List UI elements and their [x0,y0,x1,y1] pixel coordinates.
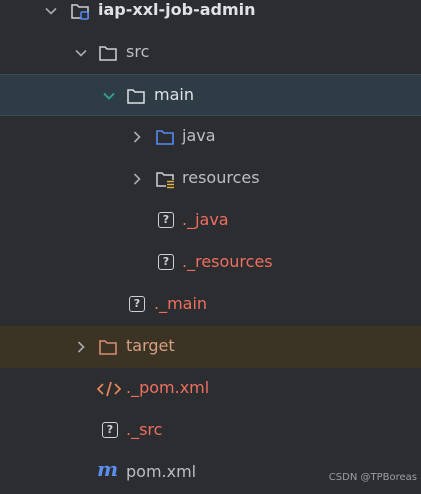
watermark: CSDN @TPBoreas [328,472,417,483]
tree-item-label: target [126,336,175,355]
tree-item-resources[interactable]: resources [0,158,421,200]
tree-item-file-pom-xml[interactable]: ._pom.xml [0,368,421,410]
tree-item-label: src [126,42,150,61]
tree-item-src[interactable]: src [0,32,421,74]
xml-file-icon [96,381,122,397]
chevron-down-icon[interactable] [74,46,88,60]
resources-folder-icon [156,172,174,189]
tree-item-label: ._resources [182,252,273,271]
folder-icon [99,46,117,61]
tree-item-file-src[interactable]: ? ._src [0,410,421,452]
unknown-file-icon: ? [102,422,118,438]
tree-item-root[interactable]: iap-xxl-job-admin [0,0,421,32]
tree-item-target[interactable]: target [0,326,421,368]
tree-item-label: ._main [154,294,208,313]
tree-item-main[interactable]: main [0,74,421,116]
tree-item-label: ._pom.xml [126,378,210,397]
chevron-right-icon[interactable] [130,130,144,144]
tree-item-label: ._java [182,210,229,229]
chevron-down-icon[interactable] [44,4,58,18]
tree-item-label: iap-xxl-job-admin [98,0,256,19]
unknown-file-icon: ? [129,296,145,312]
excluded-folder-icon [99,340,117,355]
unknown-file-icon: ? [158,212,174,228]
tree-item-file-resources[interactable]: ? ._resources [0,242,421,284]
chevron-right-icon[interactable] [74,340,88,354]
project-tree: iap-xxl-job-admin src main java resource… [0,0,421,489]
tree-item-java[interactable]: java [0,116,421,158]
tree-item-label: java [182,126,216,145]
folder-icon [127,89,145,104]
chevron-right-icon[interactable] [130,172,144,186]
tree-item-label: ._src [126,420,163,439]
chevron-down-icon[interactable] [102,89,116,103]
tree-item-label: resources [182,168,260,187]
source-folder-icon [156,130,174,145]
maven-icon: m [97,457,119,481]
tree-item-file-main[interactable]: ? ._main [0,284,421,326]
tree-item-file-java[interactable]: ? ._java [0,200,421,242]
module-folder-icon [71,4,89,20]
unknown-file-icon: ? [158,254,174,270]
tree-item-label: pom.xml [126,462,197,481]
tree-item-label: main [154,85,194,104]
